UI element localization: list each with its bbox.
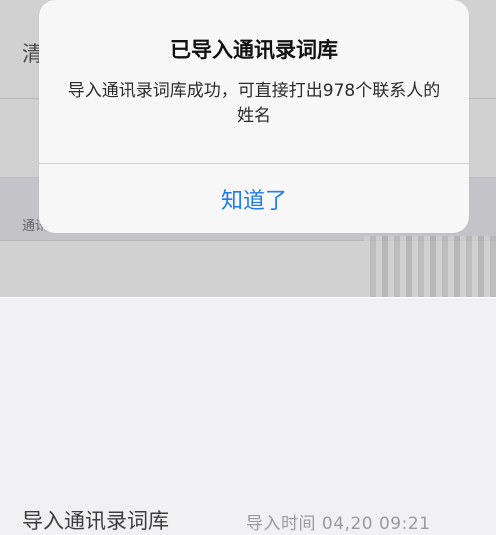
- import-success-alert: 已导入通讯录词库 导入通讯录词库成功，可直接打出978个联系人的姓名 知道了: [39, 0, 469, 233]
- import-time-text: 导入时间 04,20 09:21: [246, 514, 431, 534]
- import-contacts-dictionary-label: 导入通讯录词库: [22, 509, 169, 533]
- alert-message: 导入通讯录词库成功，可直接打出978个联系人的姓名: [67, 81, 441, 126]
- alert-title: 已导入通讯录词库: [170, 38, 338, 62]
- got-it-button[interactable]: 知道了: [39, 164, 469, 233]
